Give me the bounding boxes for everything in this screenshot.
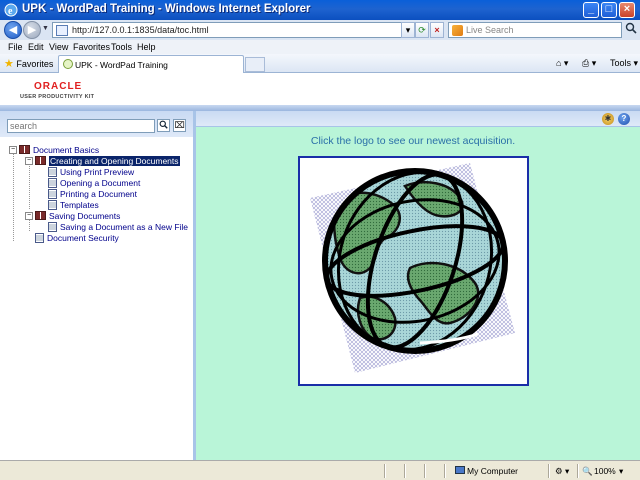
title-bar: e UPK - WordPad Training - Windows Inter… (0, 0, 640, 20)
tools-button[interactable]: Tools ▾ (610, 58, 638, 69)
favorites-label: Favorites (16, 59, 54, 69)
tab-page-icon (63, 59, 73, 69)
address-toolbar: ◀ ▶ ▼ http://127.0.0.1:1835/data/toc.htm… (0, 20, 640, 40)
toc-item-saving-new-file[interactable]: Saving a Document as a New File (48, 221, 188, 232)
topic-icon (48, 221, 57, 232)
print-icon[interactable]: ⎙ ▾ (582, 58, 596, 69)
magnifier-icon (625, 22, 637, 34)
book-icon (35, 156, 46, 166)
live-search-icon (452, 25, 463, 36)
svg-text:e: e (8, 6, 13, 17)
content-pane: ✱ ? Click the logo to see our newest acq… (196, 111, 640, 460)
toc-item-document-basics[interactable]: − Document Basics (9, 144, 99, 155)
toc-item-using-print-preview[interactable]: Using Print Preview (48, 166, 134, 177)
search-placeholder: Live Search (466, 25, 514, 35)
tab-label: UPK - WordPad Training (75, 60, 168, 70)
toc-search-button[interactable] (157, 119, 170, 132)
menu-file[interactable]: File (8, 42, 23, 52)
collapse-icon[interactable]: − (9, 145, 17, 154)
stop-icon[interactable]: × (430, 22, 444, 38)
address-dropdown-button[interactable]: ▾ (401, 22, 415, 38)
status-separator (444, 464, 445, 478)
menu-tools[interactable]: Tools (111, 42, 132, 52)
status-separator (404, 464, 405, 478)
help-icon[interactable]: ? (618, 113, 630, 125)
favorites-bar: ★ Favorites UPK - WordPad Training ⌂ ▾ ⎙… (0, 54, 640, 73)
address-bar[interactable]: http://127.0.0.1:1835/data/toc.html (52, 22, 411, 38)
search-input[interactable]: Live Search (448, 22, 622, 38)
tree-connector (13, 149, 14, 241)
oracle-logo-subtext: USER PRODUCTIVITY KIT (20, 94, 95, 100)
toc-item-opening-a-document[interactable]: Opening a Document (48, 177, 140, 188)
star-icon: ★ (4, 58, 14, 70)
computer-icon (455, 466, 465, 474)
tools-icon[interactable]: ✱ (602, 113, 614, 125)
collapse-icon[interactable]: − (25, 156, 33, 165)
toc-item-document-security[interactable]: Document Security (35, 232, 119, 243)
toc-search-input[interactable] (8, 120, 152, 132)
oracle-logo-text: ORACLE (34, 81, 83, 92)
forward-button[interactable]: ▶ (23, 21, 41, 39)
status-separator (577, 464, 578, 478)
topic-icon (35, 232, 44, 243)
back-button[interactable]: ◀ (4, 21, 22, 39)
globe-logo-image (310, 163, 515, 373)
toc-item-printing-a-document[interactable]: Printing a Document (48, 188, 137, 199)
oracle-logo: ORACLE USER PRODUCTIVITY KIT (20, 81, 94, 103)
zoom-icon[interactable]: 🔍 (582, 466, 593, 477)
magnifier-icon (159, 120, 168, 129)
tree-connector (29, 161, 30, 209)
collapse-icon[interactable]: − (25, 211, 33, 220)
topic-icon (48, 166, 57, 177)
toc-search-box[interactable] (7, 119, 155, 133)
history-dropdown-icon[interactable]: ▼ (42, 25, 49, 32)
acquisition-logo-link[interactable] (298, 156, 529, 386)
toc-pane: ⌧ −Document Basics −Creating and Opening… (0, 111, 196, 460)
home-icon[interactable]: ⌂ ▾ (556, 58, 568, 69)
content-toolbar: ✱ ? (196, 111, 640, 127)
topic-icon (48, 199, 57, 210)
toc-clear-search-button[interactable]: ⌧ (173, 119, 186, 132)
topic-icon (48, 177, 57, 188)
favorites-button[interactable]: ★ Favorites (4, 57, 53, 70)
close-button[interactable]: × (619, 2, 635, 18)
status-separator (424, 464, 425, 478)
protected-mode-icon[interactable]: ⚙ ▾ (555, 466, 569, 477)
toc-toolbar: ⌧ (0, 111, 193, 137)
security-zone: My Computer (467, 466, 519, 476)
new-tab-button[interactable] (245, 57, 265, 72)
menu-view[interactable]: View (49, 42, 68, 52)
menu-help[interactable]: Help (137, 42, 156, 52)
internet-explorer-icon: e (4, 3, 18, 17)
window-title: UPK - WordPad Training - Windows Interne… (22, 3, 311, 15)
book-icon (35, 211, 46, 221)
page-icon (56, 25, 68, 36)
tools-label: Tools (610, 58, 632, 68)
menu-bar: File Edit View Favorites Tools Help (0, 40, 640, 54)
menu-edit[interactable]: Edit (28, 42, 44, 52)
toc-item-templates[interactable]: Templates (48, 199, 99, 210)
menu-favorites[interactable]: Favorites (73, 42, 110, 52)
tab-upk-wordpad[interactable]: UPK - WordPad Training (58, 55, 244, 73)
minimize-button[interactable]: _ (583, 2, 599, 18)
topic-icon (48, 188, 57, 199)
status-separator (384, 464, 385, 478)
zoom-level[interactable]: 100% (594, 466, 616, 476)
content-caption: Click the logo to see our newest acquisi… (310, 135, 516, 147)
toc-item-creating-opening-documents[interactable]: − Creating and Opening Documents (25, 155, 180, 166)
url-text[interactable]: http://127.0.0.1:1835/data/toc.html (72, 25, 209, 35)
status-separator (548, 464, 549, 478)
zoom-dropdown-icon[interactable]: ▾ (619, 466, 623, 477)
status-bar: My Computer ⚙ ▾ 🔍 100% ▾ (0, 460, 640, 480)
toc-item-saving-documents[interactable]: − Saving Documents (25, 210, 120, 221)
refresh-icon[interactable]: ⟳ (415, 22, 429, 38)
book-icon (19, 145, 30, 155)
maximize-button[interactable]: □ (601, 2, 617, 18)
search-button[interactable] (623, 22, 639, 38)
